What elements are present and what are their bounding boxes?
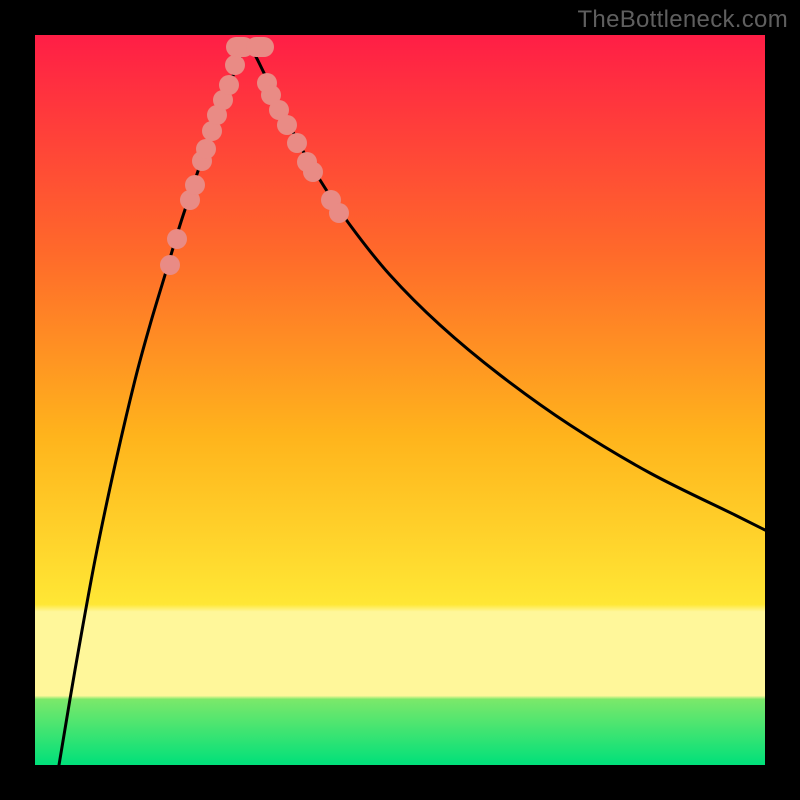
marker-dot	[225, 55, 245, 75]
watermark-text: TheBottleneck.com	[577, 6, 788, 34]
marker-dot	[167, 229, 187, 249]
marker-pill	[246, 37, 274, 57]
marker-dot	[219, 75, 239, 95]
curve-layer	[35, 35, 765, 765]
marker-dot	[277, 115, 297, 135]
chart-frame: TheBottleneck.com	[0, 0, 800, 800]
plot-area	[35, 35, 765, 765]
marker-dot	[287, 133, 307, 153]
curve-right-branch	[247, 43, 765, 530]
curve-left-branch	[59, 43, 247, 765]
marker-dot	[303, 162, 323, 182]
marker-dot	[160, 255, 180, 275]
marker-dot	[185, 175, 205, 195]
marker-dot	[329, 203, 349, 223]
marker-dot	[196, 139, 216, 159]
